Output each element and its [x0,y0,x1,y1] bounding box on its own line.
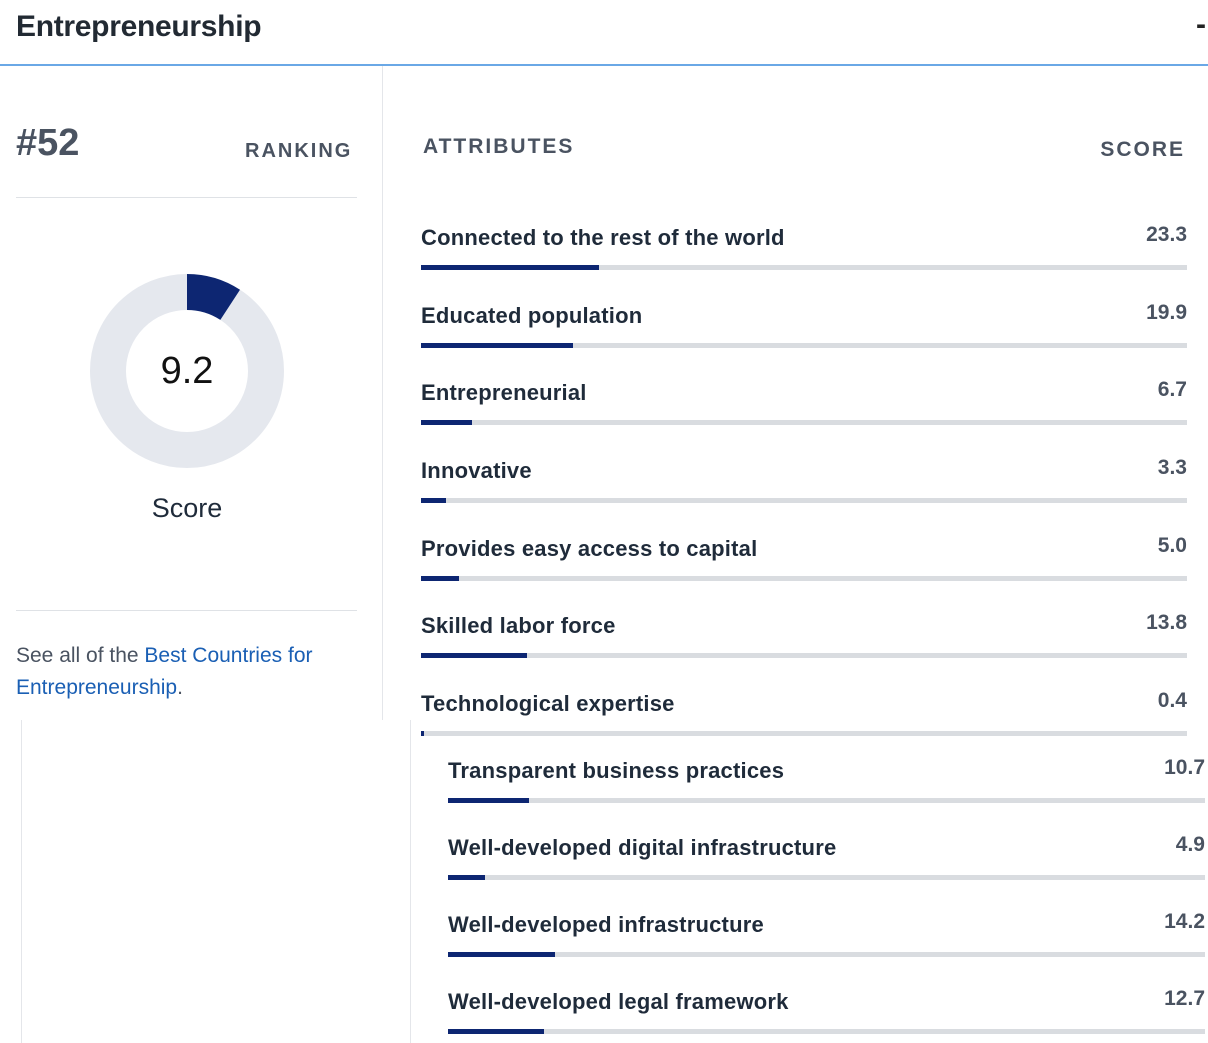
attribute-row: Provides easy access to capital 5.0 [421,534,1187,586]
attribute-bar-fill [421,265,600,270]
attribute-bar-fill [421,498,447,503]
attribute-bar-track [421,420,1187,425]
left-edge-divider [21,720,22,1043]
attribute-name: Transparent business practices [448,758,785,783]
attribute-score: 12.7 [1164,987,1205,1010]
attribute-row: Transparent business practices 10.7 [448,756,1205,808]
attribute-name: Skilled labor force [421,613,616,638]
attribute-name: Educated population [421,303,643,328]
ranking-divider [16,197,357,198]
attribute-row: Innovative 3.3 [421,456,1187,508]
attribute-row: Well-developed digital infrastructure 4.9 [448,833,1205,885]
attribute-bar-fill [421,343,574,348]
attribute-row: Well-developed legal framework 12.7 [448,987,1205,1039]
attribute-bar-track [421,653,1187,658]
see-all-text: See all of the Best Countries for Entrep… [16,640,356,704]
section-header: Entrepreneurship - [0,0,1208,66]
attribute-name: Well-developed legal framework [448,989,789,1014]
score-column-header: SCORE [1100,138,1185,161]
attribute-score: 3.3 [1157,456,1187,479]
attribute-score: 23.3 [1146,223,1187,246]
attribute-name: Connected to the rest of the world [421,225,785,250]
section-title: Entrepreneurship [16,10,262,43]
attribute-row: Educated population 19.9 [421,301,1187,353]
see-all-prefix: See all of the [16,644,145,667]
attribute-bar-track [448,952,1205,957]
attribute-name: Well-developed digital infrastructure [448,835,837,860]
attribute-bar-fill [448,1029,545,1034]
attribute-bar-fill [421,731,425,736]
attribute-bar-fill [448,875,486,880]
attribute-row: Skilled labor force 13.8 [421,611,1187,663]
attribute-bar-track [421,265,1187,270]
attribute-score: 6.7 [1157,378,1187,401]
attribute-score: 5.0 [1157,534,1187,557]
attribute-name: Innovative [421,458,532,483]
attribute-bar-track [448,798,1205,803]
attribute-name: Provides easy access to capital [421,536,758,561]
attribute-bar-fill [421,576,460,581]
collapse-toggle-icon[interactable]: - [1196,8,1206,42]
attribute-score: 0.4 [1157,689,1187,712]
donut-value-arc [186,274,240,321]
attribute-bar-fill [421,653,527,658]
attribute-name: Well-developed infrastructure [448,912,764,937]
attribute-score: 19.9 [1146,301,1187,324]
see-all-suffix: . [177,676,183,699]
attribute-row: Connected to the rest of the world 23.3 [421,223,1187,275]
attribute-bar-fill [448,952,556,957]
ranking-number: #52 [16,122,80,164]
attribute-score: 10.7 [1164,756,1205,779]
attribute-bar-track [421,731,1187,736]
attribute-bar-track [448,875,1205,880]
attribute-bar-track [421,343,1187,348]
attribute-row: Well-developed infrastructure 14.2 [448,910,1205,962]
attribute-bar-fill [421,420,473,425]
attribute-score: 13.8 [1146,611,1187,634]
attribute-score: 14.2 [1164,910,1205,933]
column-divider [382,66,383,720]
attribute-name: Technological expertise [421,691,675,716]
overall-score-value: 9.2 [160,350,214,392]
attribute-row: Technological expertise 0.4 [421,689,1187,741]
column-divider-lower [410,720,411,1043]
attribute-score: 4.9 [1175,833,1205,856]
attribute-name: Entrepreneurial [421,380,587,405]
overall-score-label: Score [151,493,223,523]
attribute-bar-track [421,498,1187,503]
attribute-bar-track [448,1029,1205,1034]
attribute-bar-fill [448,798,529,803]
score-divider [16,610,357,611]
attribute-row: Entrepreneurial 6.7 [421,378,1187,430]
ranking-label: RANKING [245,140,353,162]
attribute-bar-track [421,576,1187,581]
attributes-header: ATTRIBUTES [423,135,575,158]
